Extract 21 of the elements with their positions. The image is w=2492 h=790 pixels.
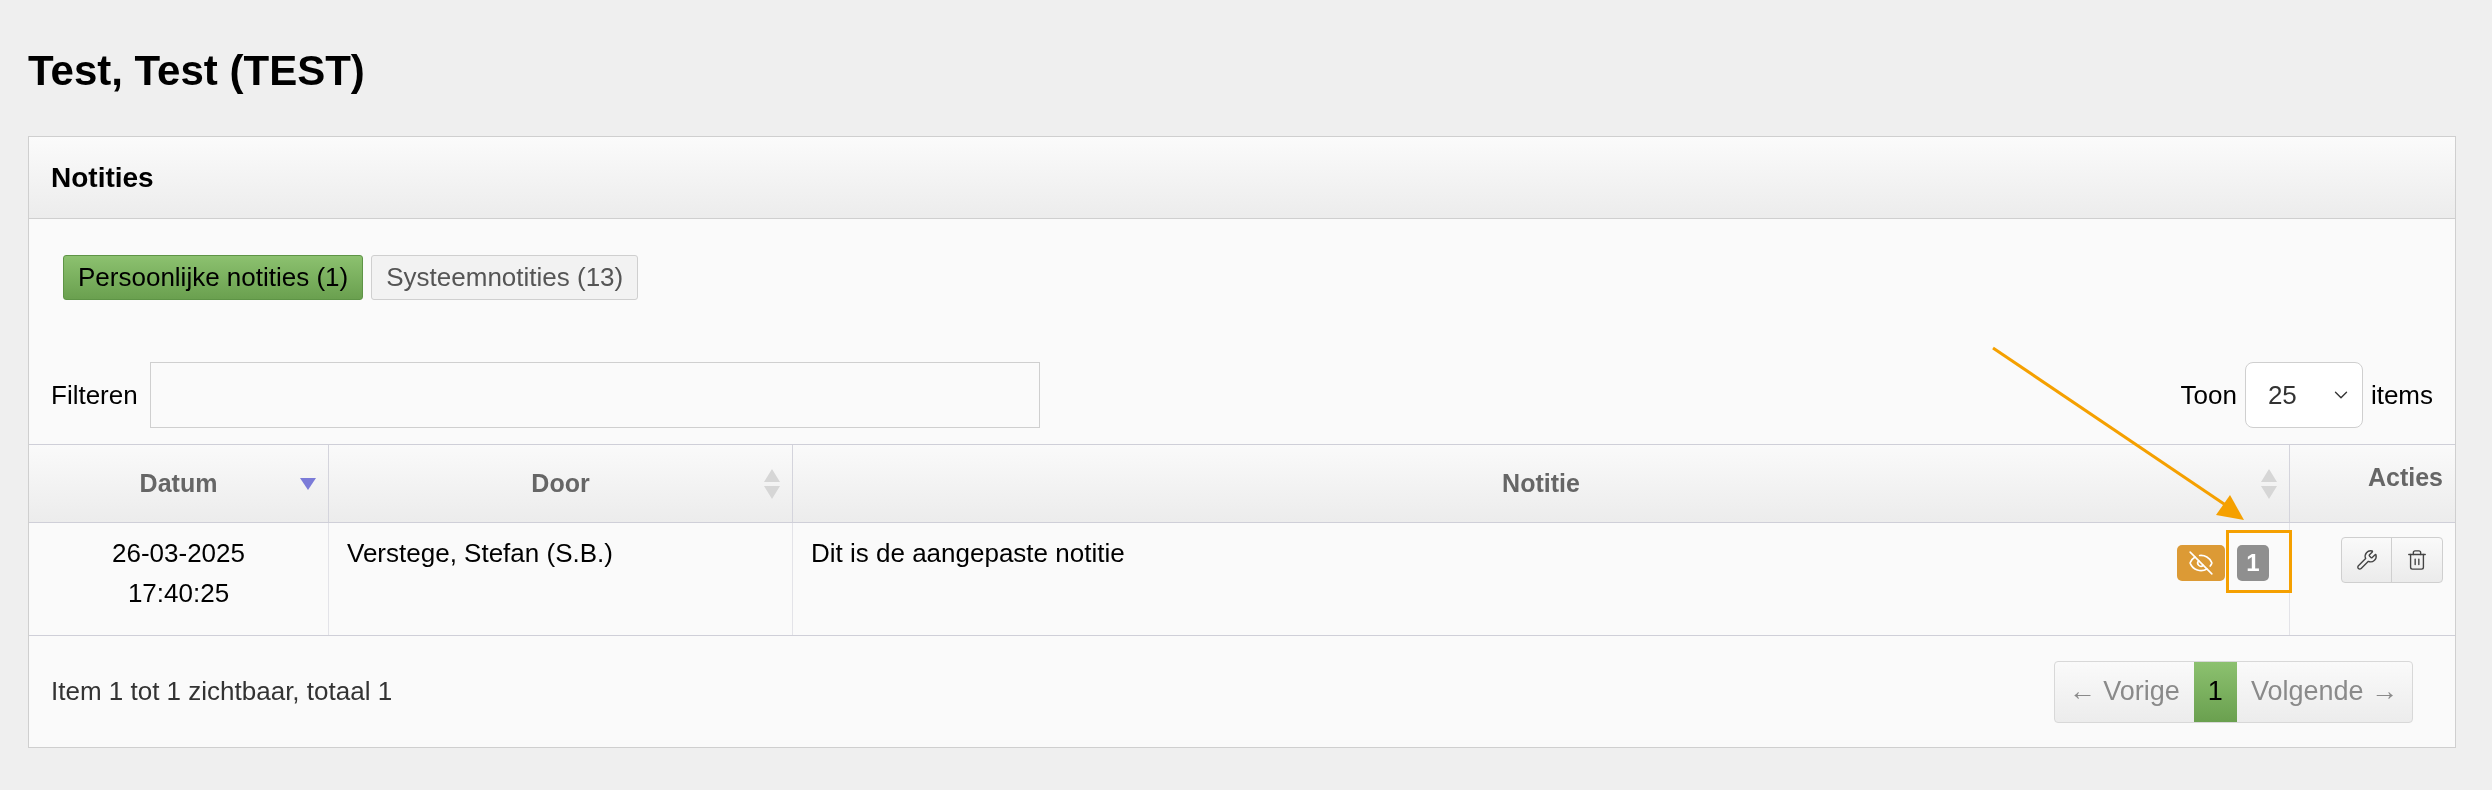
column-header: Acties [2366, 462, 2444, 493]
wrench-icon [2355, 549, 2378, 571]
page-title: Test, Test (TEST) [28, 46, 366, 96]
note-text: Dit is de aangepaste notitie [811, 537, 1125, 570]
tab[interactable]: Systeemnotities (13) [371, 255, 639, 300]
column-header[interactable]: Datum [29, 445, 329, 522]
trash-icon [2406, 549, 2428, 571]
count-badge: 1 [2237, 545, 2269, 581]
items-label: items [2370, 378, 2433, 412]
show-label: Toon [2180, 378, 2237, 412]
filter-label: Filteren [51, 378, 138, 412]
pagination-button[interactable]: 1 [2193, 661, 2237, 722]
date-cell: 26-03-2025 17:40:25 [29, 523, 329, 635]
column-header[interactable]: Door [329, 445, 793, 522]
page-size-select[interactable]: 25 [2244, 362, 2363, 428]
panel-title: Notities [51, 160, 154, 195]
tab[interactable]: Persoonlijke notities (1) [63, 255, 364, 300]
annotation-highlight-box [2226, 530, 2292, 593]
filter-input[interactable] [149, 362, 1040, 428]
author-cell: Verstege, Stefan (S.B.) [329, 523, 793, 635]
item-summary: Item 1 tot 1 zichtbaar, totaal 1 [51, 675, 393, 708]
